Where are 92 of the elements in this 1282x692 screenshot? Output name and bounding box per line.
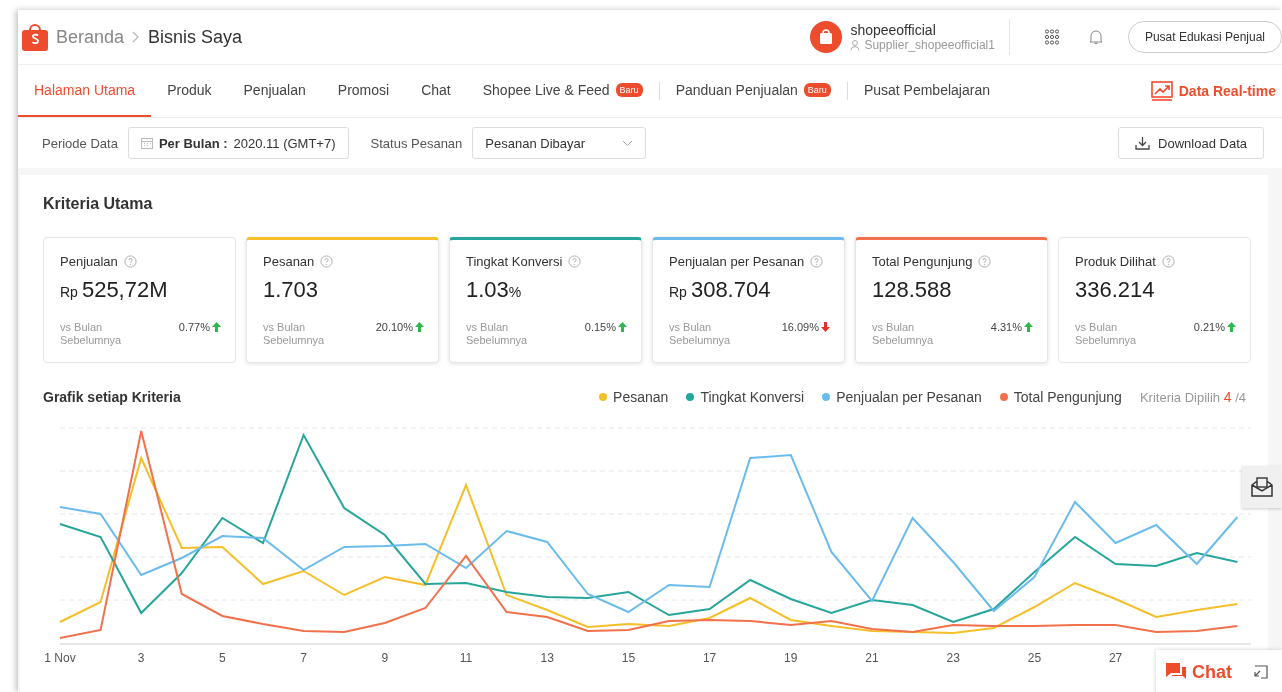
metric-title: Penjualan <box>60 254 118 269</box>
comparison-label: vs Bulan Sebelumnya <box>466 321 529 347</box>
axis-label: 17 <box>702 651 717 665</box>
axis-label: 5 <box>219 651 226 665</box>
shopping-bag-logo-icon[interactable] <box>22 23 48 51</box>
axis-label: 15 <box>621 651 636 665</box>
comparison-label: vs Bulan Sebelumnya <box>1075 321 1138 347</box>
metric-title: Tingkat Konversi <box>466 254 563 269</box>
help-icon[interactable] <box>568 255 582 268</box>
chart-title: Grafik setiap Kriteria <box>43 389 182 405</box>
metric-value: 128.588 <box>872 277 953 303</box>
message-button[interactable] <box>1242 466 1282 508</box>
metric-card[interactable]: Total Pengunjung 128.588 vs Bulan Sebelumnya 4.31% <box>855 237 1048 363</box>
metric-title: Penjualan per Pesanan <box>669 254 805 269</box>
nav-tab[interactable]: Produk <box>151 65 228 117</box>
comparison-label: vs Bulan Sebelumnya <box>60 321 123 347</box>
metric-value: 336.214 <box>1075 277 1156 303</box>
apps-grid-icon[interactable] <box>1044 29 1059 45</box>
nav-tab[interactable]: Promosi <box>321 65 406 117</box>
metric-card[interactable]: Penjualan Rp 525,72M vs Bulan Sebelumnya 0.77% <box>43 237 236 363</box>
axis-label: 25 <box>1027 651 1042 665</box>
legend-label[interactable]: Tingkat Konversi <box>700 389 805 405</box>
bell-icon[interactable] <box>1088 29 1103 45</box>
axis-label: 1 Nov <box>44 651 76 665</box>
account-name: Supplier_shopeeofficial1 <box>864 38 995 52</box>
nav-tab[interactable]: Penjualan <box>227 65 322 117</box>
metric-value: Rp 525,72M <box>60 277 169 303</box>
axis-label: 19 <box>784 651 798 665</box>
metric-card[interactable]: Penjualan per Pesanan Rp 308.704 vs Bulan Sebelumnya 16.09% <box>652 237 845 363</box>
chat-bubbles-icon <box>1166 663 1186 681</box>
metric-title: Total Pengunjung <box>872 254 973 269</box>
nav-tab[interactable]: Pusat Pembelajaran <box>847 65 1006 117</box>
chat-button[interactable]: Chat <box>1156 650 1282 692</box>
selected-criteria-count: Kriteria Dipilih 4 /4 <box>1139 389 1246 405</box>
status-label: Status Pesanan <box>370 135 463 151</box>
help-icon[interactable] <box>1161 255 1175 268</box>
shop-avatar[interactable] <box>810 21 843 53</box>
axis-label: 23 <box>946 651 960 665</box>
metric-card[interactable]: Tingkat Konversi 1.03% vs Bulan Sebelumnya 0.15% <box>449 237 642 363</box>
metric-value: Rp 308.704 <box>669 277 772 303</box>
comparison-label: vs Bulan Sebelumnya <box>669 321 732 347</box>
line-chart-icon <box>1150 80 1173 102</box>
shop-name: shopeeofficial <box>850 22 937 38</box>
axis-label: 21 <box>865 651 879 665</box>
comparison-label: vs Bulan Sebelumnya <box>872 321 935 347</box>
new-badge: Baru <box>615 83 643 97</box>
change-value: 0.77% <box>178 321 210 333</box>
period-picker[interactable]: Per Bulan : 2020.11 (GMT+7) <box>127 127 349 159</box>
axis-label: 3 <box>137 651 145 665</box>
help-icon[interactable] <box>320 255 334 268</box>
nav-tab[interactable]: Chat <box>405 65 467 117</box>
change-value: 4.31% <box>990 321 1022 333</box>
download-icon <box>1135 136 1151 150</box>
help-icon[interactable] <box>978 255 992 268</box>
axis-label: 11 <box>459 651 473 665</box>
legend-label[interactable]: Pesanan <box>613 389 669 405</box>
minimize-icon[interactable] <box>1254 665 1268 679</box>
chevron-down-icon <box>622 139 634 147</box>
metric-card[interactable]: Produk Dilihat 336.214 vs Bulan Sebelumnya 0.21% <box>1058 237 1251 363</box>
download-data-button[interactable]: Download Data <box>1118 127 1264 159</box>
axis-label: 13 <box>540 651 554 665</box>
metric-card[interactable]: Pesanan 1.703 vs Bulan Sebelumnya 20.10% <box>246 237 439 363</box>
nav-tab[interactable]: Shopee Live & Feed Baru <box>466 65 659 117</box>
breadcrumb-link[interactable]: Beranda <box>56 26 125 48</box>
legend-label[interactable]: Penjualan per Pesanan <box>836 389 982 405</box>
period-label: Periode Data <box>42 135 118 151</box>
change-value: 20.10% <box>375 321 413 333</box>
realtime-data-link[interactable]: Data Real-time <box>1150 65 1282 117</box>
chevron-right-icon <box>132 31 141 43</box>
change-value: 0.15% <box>584 321 616 333</box>
axis-label: 9 <box>381 651 389 665</box>
section-title: Kriteria Utama <box>43 195 154 213</box>
legend-label[interactable]: Total Pengunjung <box>1013 389 1122 405</box>
user-icon <box>850 39 861 51</box>
axis-label: 27 <box>1108 651 1123 665</box>
axis-label: 7 <box>300 651 307 665</box>
comparison-label: vs Bulan Sebelumnya <box>263 321 326 347</box>
breadcrumb-current: Bisnis Saya <box>148 26 243 48</box>
metric-title: Pesanan <box>263 254 315 269</box>
order-status-dropdown[interactable]: Pesanan Dibayar <box>472 127 647 159</box>
change-value: 0.21% <box>1193 321 1225 333</box>
help-icon[interactable] <box>123 255 137 268</box>
help-icon[interactable] <box>810 255 824 268</box>
metric-value: 1.03% <box>466 277 523 303</box>
metric-title: Produk Dilihat <box>1075 254 1156 269</box>
new-badge: Baru <box>803 83 831 97</box>
metric-value: 1.703 <box>263 277 320 303</box>
calendar-icon <box>140 137 153 149</box>
mail-icon <box>1251 477 1273 497</box>
change-value: 16.09% <box>781 321 819 333</box>
nav-tab[interactable]: Panduan Penjualan Baru <box>659 65 847 117</box>
seller-education-button[interactable]: Pusat Edukasi Penjual <box>1127 21 1282 53</box>
